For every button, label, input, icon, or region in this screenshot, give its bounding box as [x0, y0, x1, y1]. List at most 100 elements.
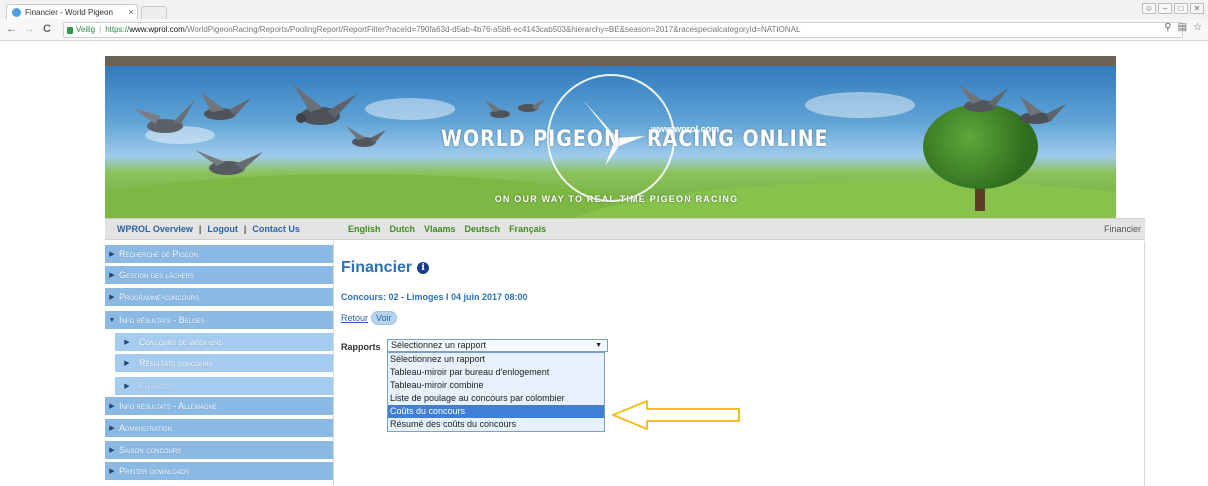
zoom-icon[interactable]: ⚲ — [1164, 22, 1171, 33]
sidebar-item-gestion-des-lachers[interactable]: ▶ Gestion des lâchers — [105, 266, 333, 285]
lock-icon — [67, 26, 73, 34]
close-window-icon[interactable]: ✕ — [1190, 3, 1204, 14]
banner-top-strip — [105, 56, 1116, 66]
sidebar-item-label: Saison concours — [119, 445, 182, 455]
url-path: /WorldPigeonRacing/Reports/PoolingReport… — [184, 25, 801, 34]
favicon-icon — [12, 7, 21, 17]
tab-close-icon[interactable]: × — [125, 7, 137, 17]
dropdown-option[interactable]: Tableau-miroir combine — [388, 379, 604, 392]
collapsed-arrow-icon: ▶ — [109, 468, 115, 475]
secure-label: Veilig — [76, 25, 96, 34]
language-selector: English Dutch Vlaams Deutsch Français — [348, 224, 546, 234]
current-page-label: Financier — [1103, 224, 1141, 234]
address-bar[interactable]: Veilig | https://www.wprol.com/WorldPige… — [63, 22, 1183, 38]
chevron-down-icon: ▼ — [595, 342, 602, 349]
collapsed-arrow-icon: ▶ — [109, 251, 115, 258]
language-vlaams[interactable]: Vlaams — [424, 224, 456, 234]
sidebar-item-label: Info résultats - Allemagne — [119, 401, 217, 411]
sidebar-item-resultats-concours[interactable]: ▶ Résultats concours — [115, 354, 333, 373]
url-host: www.wprol.com — [129, 25, 185, 34]
cloud — [805, 92, 915, 118]
voir-button[interactable]: Voir — [371, 311, 397, 325]
main-content: Financier i Concours: 02 - Limoges I 04 … — [333, 241, 1145, 486]
rapport-select-value: Sélectionnez un rapport — [391, 340, 487, 350]
pigeon-small-icon — [346, 126, 386, 147]
language-dutch[interactable]: Dutch — [390, 224, 416, 234]
back-icon[interactable]: ← — [6, 23, 17, 35]
page-title-row: Financier i — [341, 259, 430, 277]
sidebar-item-label: Administration — [119, 423, 172, 433]
page-title: Financier — [341, 259, 413, 276]
top-navigation: WPROL Overview | Logout | Contact Us Eng… — [105, 218, 1145, 240]
sidebar-item-label: Financier — [139, 381, 174, 391]
wprol-overview-link[interactable]: WPROL Overview — [117, 224, 193, 234]
address-separator: | — [99, 25, 102, 34]
sidebar-item-saison-concours[interactable]: ▶ Saison concours — [105, 441, 333, 460]
pigeon-flock-right-icon — [958, 84, 1066, 124]
sidebar-item-label: Gestion des lâchers — [119, 270, 195, 280]
window-controls: ☺ – □ ✕ — [1142, 3, 1204, 14]
minimize-icon[interactable]: – — [1158, 3, 1172, 14]
rapport-select[interactable]: Sélectionnez un rapport ▼ — [387, 339, 608, 352]
new-tab-button[interactable] — [141, 6, 167, 19]
annotation-arrow-icon — [612, 400, 740, 430]
translate-icon[interactable]: ▤ — [1178, 22, 1187, 33]
banner-tagline: ON OUR WAY TO REAL TIME PIGEON RACING — [494, 194, 739, 204]
contact-us-link[interactable]: Contact Us — [252, 224, 300, 234]
pigeon-flock-left-icon — [133, 92, 251, 133]
collapsed-arrow-icon: ▶ — [124, 339, 130, 346]
info-icon[interactable]: i — [417, 262, 430, 274]
sidebar-item-info-resultats-allemagne[interactable]: ▶ Info résultats - Allemagne — [105, 397, 333, 416]
collapsed-arrow-icon: ▶ — [124, 360, 130, 367]
sidebar-item-programme-concours[interactable]: ▶ Programme-concours — [105, 288, 333, 307]
dropdown-option[interactable]: Liste de poulage au concours par colombi… — [388, 392, 604, 405]
sidebar-item-label: Concours de week-end — [139, 337, 223, 347]
sidebar-item-recherche-de-pigeon[interactable]: ▶ Recherche de Pigeon — [105, 245, 333, 264]
sidebar-item-label: Printer downloads — [119, 466, 190, 476]
collapsed-arrow-icon: ▶ — [109, 294, 115, 301]
nav-separator: | — [198, 224, 202, 234]
maximize-icon[interactable]: □ — [1174, 3, 1188, 14]
rapports-label: Rapports — [341, 342, 381, 352]
collapsed-arrow-icon: ▶ — [109, 425, 115, 432]
logo-url: www.wprol.com — [651, 124, 720, 134]
nav-separator: | — [243, 224, 247, 234]
url-scheme: https:// — [105, 25, 130, 34]
dropdown-option-highlighted[interactable]: Coûts du concours — [388, 405, 604, 418]
sidebar-item-label: Programme-concours — [119, 292, 200, 302]
language-deutsch[interactable]: Deutsch — [465, 224, 501, 234]
language-francais[interactable]: Français — [509, 224, 546, 234]
collapsed-arrow-icon: ▶ — [124, 383, 130, 390]
dropdown-option[interactable]: Tableau-miroir par bureau d'enlogement — [388, 366, 604, 379]
browser-tabbar: Financier - World Pigeon × ☺ – □ ✕ — [0, 0, 1208, 19]
sidebar-item-label: Recherche de Pigeon — [119, 249, 198, 259]
user-icon[interactable]: ☺ — [1142, 3, 1156, 14]
language-english[interactable]: English — [348, 224, 381, 234]
dropdown-option[interactable]: Résumé des coûts du concours — [388, 418, 604, 431]
sidebar-item-concours-de-week-end[interactable]: ▶ Concours de week-end — [115, 333, 333, 352]
browser-tab[interactable]: Financier - World Pigeon × — [6, 4, 138, 19]
sidebar-item-info-resultats-belges[interactable]: ▼ Info résultats - Belges — [105, 311, 333, 330]
retour-link[interactable]: Retour — [341, 313, 368, 323]
expanded-arrow-icon: ▼ — [108, 316, 116, 324]
dropdown-option[interactable]: Sélectionnez un rapport — [388, 353, 604, 366]
browser-toolbar: ← → C Veilig | https://www.wprol.com/Wor… — [0, 19, 1208, 41]
account-links: WPROL Overview | Logout | Contact Us — [117, 224, 300, 234]
cloud — [365, 98, 455, 120]
sidebar-item-label: Résultats concours — [139, 358, 213, 368]
action-links: Retour Voir — [341, 311, 397, 325]
sidebar-item-administration[interactable]: ▶ Administration — [105, 419, 333, 438]
concours-heading: Concours: 02 - Limoges I 04 juin 2017 08… — [341, 292, 528, 302]
reload-icon[interactable]: C — [43, 23, 51, 35]
collapsed-arrow-icon: ▶ — [109, 272, 115, 279]
forward-icon[interactable]: → — [24, 23, 35, 35]
bookmark-star-icon[interactable]: ☆ — [1193, 22, 1202, 33]
sidebar: ▶ Recherche de Pigeon ▶ Gestion des lâch… — [105, 241, 333, 486]
rapport-dropdown-list: Sélectionnez un rapport Tableau-miroir p… — [387, 352, 605, 432]
logout-link[interactable]: Logout — [207, 224, 238, 234]
sidebar-item-printer-downloads[interactable]: ▶ Printer downloads — [105, 462, 333, 481]
site-banner: WORLD PIGEON RACING ONLINE www.wprol.com… — [105, 56, 1116, 218]
sidebar-item-financier[interactable]: ▶ Financier — [115, 377, 333, 396]
tab-title: Financier - World Pigeon — [25, 7, 113, 17]
collapsed-arrow-icon: ▶ — [109, 447, 115, 454]
